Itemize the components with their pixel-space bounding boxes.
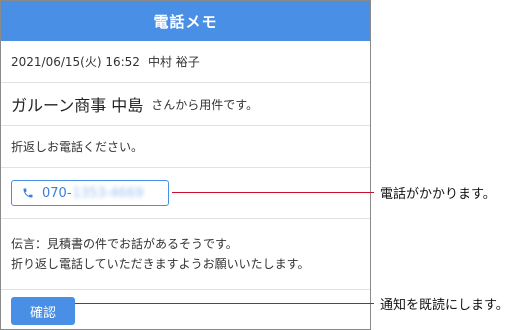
phone-callout-text: 電話がかかります。 bbox=[380, 187, 496, 202]
caller-name: ガルーン商事 中島 bbox=[11, 96, 144, 115]
datetime: 2021/06/15(火) 16:52 bbox=[11, 55, 140, 69]
phone-memo-panel: 電話メモ 2021/06/15(火) 16:52 中村 裕子 ガルーン商事 中島… bbox=[0, 0, 371, 330]
phone-icon bbox=[23, 188, 33, 198]
confirm-row: 確認 bbox=[1, 290, 370, 329]
meta-row: 2021/06/15(火) 16:52 中村 裕子 bbox=[1, 41, 370, 83]
phone-number-masked: 1353-4669 bbox=[72, 185, 144, 201]
page-title: 電話メモ bbox=[1, 1, 370, 41]
confirm-button[interactable]: 確認 bbox=[11, 297, 75, 325]
caller-row: ガルーン商事 中島 さんから用件です。 bbox=[1, 83, 370, 126]
memo-line-1: 伝言：見積書の件でお話があるそうです。 bbox=[11, 237, 238, 251]
message-text: 折返しお電話ください。 bbox=[11, 140, 144, 154]
author-name: 中村 裕子 bbox=[147, 55, 200, 69]
phone-number-prefix: 070- bbox=[42, 185, 72, 201]
memo-row: 伝言：見積書の件でお話があるそうです。 折り返し電話していただきますようお願いい… bbox=[1, 219, 370, 290]
phone-row: 070- 1353-4669 bbox=[1, 168, 370, 219]
confirm-callout-text: 通知を既読にします。 bbox=[380, 298, 509, 313]
memo-line-2: 折り返し電話していただきますようお願いいたします。 bbox=[11, 257, 310, 271]
phone-number-button[interactable]: 070- 1353-4669 bbox=[11, 180, 169, 206]
screenshot-canvas: 電話メモ 2021/06/15(火) 16:52 中村 裕子 ガルーン商事 中島… bbox=[0, 0, 531, 330]
caller-suffix: さんから用件です。 bbox=[151, 97, 259, 112]
phone-callout-line bbox=[172, 192, 374, 193]
message-row: 折返しお電話ください。 bbox=[1, 126, 370, 168]
confirm-callout-line bbox=[75, 303, 374, 304]
